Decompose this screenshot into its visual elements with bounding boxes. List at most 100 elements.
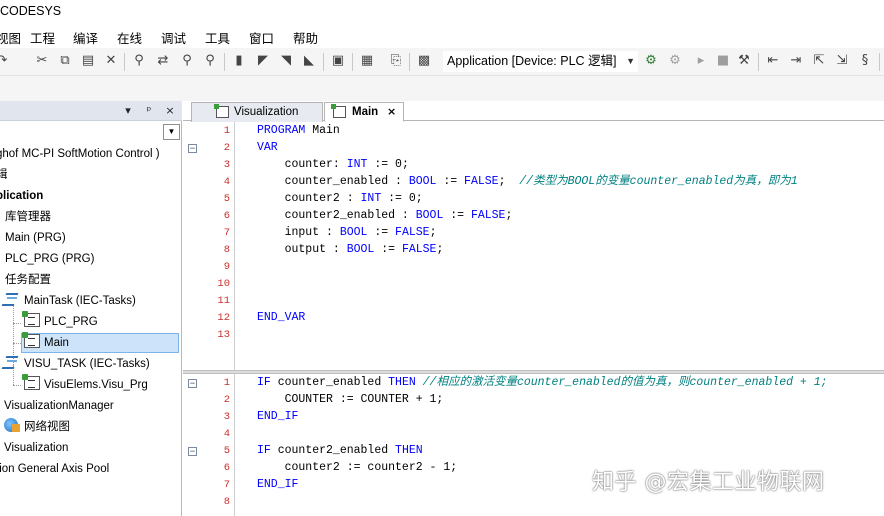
menu-project[interactable]: 工程 [30,28,55,47]
tree-item-device[interactable]: ghof MC-PI SoftMotion Control ) [0,145,160,164]
declaration-editor[interactable]: − 1 2 3 4 5 6 7 8 9 10 11 12 13 PROGRAM … [183,122,884,370]
breakpoint-icon[interactable]: § [857,53,873,69]
pin-icon[interactable]: ᵖ [142,103,156,119]
tab-visualization[interactable]: Visualization [191,102,323,122]
rebuild-icon[interactable]: ⎘ [388,53,404,69]
line-number: 9 [223,261,230,273]
bookmark-clear-icon[interactable]: ◣ [301,53,317,69]
menu-online[interactable]: 在线 [117,28,142,47]
find-next-icon[interactable]: ⚲ [179,53,195,69]
menu-build[interactable]: 编译 [73,28,98,47]
copy-icon[interactable]: ⧉ [57,53,73,69]
code-line: VAR [257,141,278,154]
tree-item-visu-prg-call[interactable]: VisuElems.Visu_Prg [22,374,148,395]
tree-item-visu-task[interactable]: VISU_TASK (IEC-Tasks) [4,355,150,374]
tree-item-task-config[interactable]: 任务配置 [5,271,51,290]
step-over-icon[interactable]: ⇤ [765,53,781,69]
toolbar-separator [224,53,225,71]
menu-window[interactable]: 窗口 [249,28,274,47]
menu-view[interactable]: 视图 [0,28,21,47]
reset-icon[interactable]: ⚒ [736,53,752,69]
tree-item-label: Main [44,337,69,349]
pou-icon [22,374,40,390]
tree-item-plc-prg-call[interactable]: PLC_PRG [22,311,98,332]
menu-tools[interactable]: 工具 [205,28,230,47]
tree-item-label: VISU_TASK (IEC-Tasks) [24,358,150,370]
tree-item-logic[interactable]: 辑 [0,166,8,185]
redo-icon[interactable]: ↷ [0,53,10,69]
tree-item-label: VisuElems.Visu_Prg [44,379,148,391]
bookmark-icon[interactable]: ▮ [231,53,247,69]
line-number: 1 [223,125,230,137]
replace-icon[interactable]: ⇄ [155,53,171,69]
code-line: counter2 := counter2 - 1; [257,461,458,474]
step-into-icon[interactable]: ⇥ [788,53,804,69]
code-line: counter_enabled : BOOL := FALSE; //类型为BO… [257,175,798,188]
bookmark-next-icon[interactable]: ◥ [278,53,294,69]
window-title: CODESYS [0,4,62,18]
tree-item-library-manager[interactable]: 库管理器 [5,208,51,227]
code-line: COUNTER := COUNTER + 1; [257,393,444,406]
tree-connector [13,323,21,324]
login-icon[interactable]: ⚙ [643,53,659,69]
watermark: 知乎 @宏集工业物联网 [592,470,825,495]
code-line: IF counter2_enabled THEN [257,444,423,457]
code-line: input : BOOL := FALSE; [257,226,437,239]
editor-tab-bar: Visualization Main × [183,101,884,122]
devices-panel-header: ▾ ᵖ × [0,101,182,121]
tree-item-network-view[interactable]: 网络视图 [4,418,70,437]
close-icon[interactable]: × [163,103,177,119]
tree-connector [13,385,21,386]
step-out-icon[interactable]: ⇱ [811,53,827,69]
line-number: 13 [217,329,230,341]
build-icon[interactable]: ▦ [359,53,375,69]
collapse-icon[interactable]: − [188,144,197,153]
menu-debug[interactable]: 调试 [161,28,186,47]
line-number: 3 [223,411,230,423]
tree-item-axis-pool[interactable]: tion General Axis Pool [0,460,109,479]
line-number: 4 [223,176,230,188]
line-number: 5 [223,445,230,457]
line-number: 12 [217,312,230,324]
tree-item-application[interactable]: plication [0,187,43,206]
tab-main[interactable]: Main × [324,102,404,122]
tree-item-visualization[interactable]: Visualization [4,439,68,458]
close-icon[interactable]: × [387,103,396,121]
tree-item-visualization-manager[interactable]: VisualizationManager [4,397,114,416]
toolbar-separator [323,53,324,71]
panel-menu-icon[interactable]: ▾ [121,103,135,119]
line-number: 5 [223,193,230,205]
tree-item-main-prg[interactable]: Main (PRG) [5,229,66,248]
tab-label: Main [352,106,379,118]
fold-column: − − [183,374,201,516]
active-application-select[interactable]: Application [Device: PLC 逻辑] ▼ [443,51,638,72]
tree-item-maintask[interactable]: MainTask (IEC-Tasks) [4,292,136,311]
bookmark-prev-icon[interactable]: ◤ [255,53,271,69]
find-previous-icon[interactable]: ⚲ [202,53,218,69]
code-line: IF counter_enabled THEN //相应的激活变量counter… [257,376,828,389]
logout-icon[interactable]: ⚙ [667,53,683,69]
delete-icon[interactable]: ✕ [103,53,119,69]
run-to-cursor-icon[interactable]: ⇲ [834,53,850,69]
line-number: 6 [223,462,230,474]
line-number: 2 [223,142,230,154]
tree-item-main-call[interactable]: Main [22,332,69,353]
tree-item-label: 网络视图 [24,421,70,433]
generate-code-icon[interactable]: ▩ [416,53,432,69]
line-number: 7 [223,479,230,491]
tree-filter-dropdown[interactable]: ▼ [163,124,180,140]
task-icon [4,355,20,369]
windows-icon[interactable]: ▣ [330,53,346,69]
collapse-icon[interactable]: − [188,447,197,456]
menu-help[interactable]: 帮助 [293,28,318,47]
cut-icon[interactable]: ✂ [34,53,50,69]
toolbar-separator [758,53,759,71]
line-number: 8 [223,244,230,256]
collapse-icon[interactable]: − [188,379,197,388]
code-line: END_IF [257,410,299,423]
stop-icon[interactable]: ■ [715,53,731,69]
find-icon[interactable]: ⚲ [131,53,147,69]
paste-icon[interactable]: ▤ [80,53,96,69]
start-icon[interactable]: ▸ [693,53,709,69]
tree-item-plc-prg[interactable]: PLC_PRG (PRG) [5,250,94,269]
